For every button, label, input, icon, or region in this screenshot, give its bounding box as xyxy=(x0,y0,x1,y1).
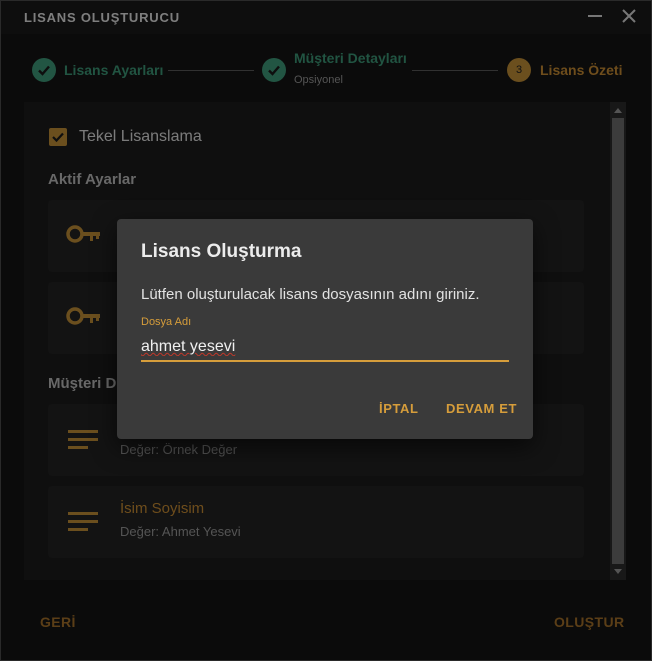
file-name-label: Dosya Adı xyxy=(141,316,192,328)
dialog-message: Lütfen oluşturulacak lisans dosyasının a… xyxy=(141,286,480,303)
continue-button[interactable]: DEVAM ET xyxy=(446,401,517,416)
file-name-input[interactable] xyxy=(141,334,509,362)
cancel-button[interactable]: İPTAL xyxy=(379,401,419,416)
create-license-dialog: Lisans Oluşturma Lütfen oluşturulacak li… xyxy=(117,219,533,439)
dialog-title: Lisans Oluşturma xyxy=(141,241,302,262)
